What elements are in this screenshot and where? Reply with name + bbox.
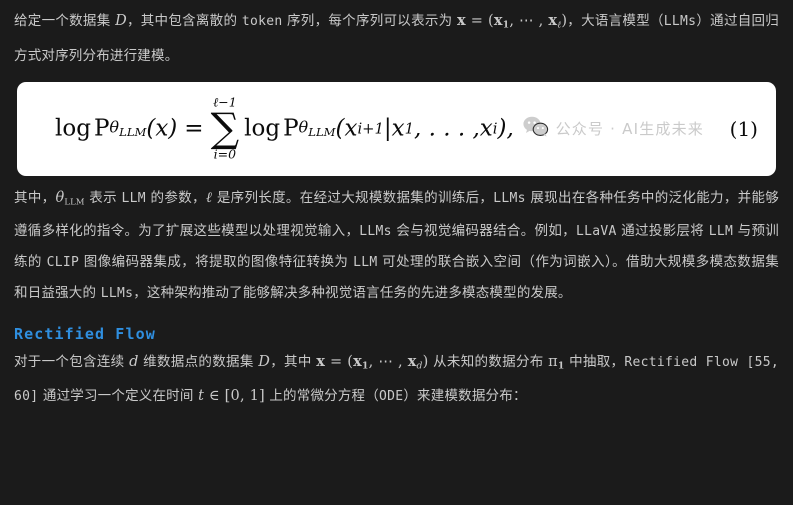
math-vector-x: x: [457, 12, 466, 29]
math-pi-sub: 1: [557, 360, 565, 372]
eq-log-1: log: [55, 115, 91, 142]
eq-theta-1-glyph: θ: [109, 117, 120, 137]
rf-seg5: 中抽取，: [564, 353, 625, 370]
body-seg1: 其中，: [14, 189, 56, 206]
equation-number: (1): [729, 116, 758, 141]
body-paragraph: 其中，θLLM 表示 LLM 的参数，ℓ 是序列长度。在经过大规模数据集的训练后…: [14, 176, 779, 309]
body-seg7: 通过投影层将: [616, 222, 709, 239]
math-dataset-D: D: [115, 13, 127, 29]
mono-llms-3: LLMs: [100, 285, 134, 301]
eq-log-2: log: [244, 115, 281, 142]
eq-arg-x2-sub: 1: [404, 120, 414, 138]
eq-arg-x1: x: [344, 115, 358, 142]
rf-seg6: 通过学习一个定义在时间: [38, 388, 199, 405]
eq-summation: ℓ−1 ∑ i=0: [211, 96, 240, 161]
math-equals-rf: = (: [325, 353, 354, 370]
rf-seg7: 上的常微分方程（: [264, 388, 379, 405]
body-seg3: 的参数，: [145, 189, 206, 206]
eq-arg-x1-sub: i+1: [357, 120, 384, 138]
body-seg11: ，这种架构推动了能够解决多种视觉语言任务的先进多模态模型的发展。: [133, 284, 572, 301]
math-theta-llm-sub: LLM: [64, 195, 85, 206]
mono-rectified-flow: Rectified Flow: [624, 354, 739, 370]
eq-sum-lower: i=0: [213, 146, 237, 162]
eq-sigma-symbol: ∑: [210, 105, 240, 152]
rf-seg3: ，其中: [270, 353, 317, 370]
body-seg2: 表示: [84, 189, 122, 206]
eq-P-2: P: [283, 115, 299, 142]
rectified-flow-paragraph: 对于一个包含连续 d 维数据点的数据集 D，其中 x = (x1, ⋯ , xd…: [14, 345, 779, 413]
math-equals: = (: [465, 13, 494, 29]
mono-token: token: [241, 14, 283, 29]
mono-llm-3: LLM: [353, 254, 378, 270]
eq-arg-x: (x): [146, 115, 178, 142]
body-seg9: 图像编码器集成，将提取的图像特征转换为: [79, 253, 354, 270]
eq-theta-2-sub: LLM: [308, 125, 336, 140]
mono-ode: ODE: [378, 389, 404, 405]
math-pi: π: [548, 353, 558, 370]
intro-text-seg4: ，大语言模型（: [567, 13, 664, 29]
article-page: 给定一个数据集 D，其中包含离散的 token 序列，每个序列可以表示为 x =…: [0, 0, 793, 505]
equation-card: log PθLLM (x) = ℓ−1 ∑ i=0 log PθLLM(x i+1 | x 1,…: [17, 81, 776, 176]
math-element-of: ∈: [204, 388, 225, 405]
equation-formula: log PθLLM (x) = ℓ−1 ∑ i=0 log PθLLM(x i+1 | x 1,…: [55, 96, 514, 161]
math-vector-x1: x: [493, 12, 503, 29]
eq-arg-open: (: [335, 115, 345, 142]
mono-llms-2: LLMs: [359, 223, 392, 239]
intro-text-seg2: ，其中包含离散的: [126, 13, 242, 29]
math-dim-d: d: [129, 353, 139, 370]
mono-llms-1: LLMs: [493, 190, 526, 206]
intro-paragraph: 给定一个数据集 D，其中包含离散的 token 序列，每个序列可以表示为 x =…: [14, 0, 779, 71]
rf-seg8: ）来建模数据分布：: [403, 388, 527, 405]
section-heading-rectified-flow: Rectified Flow: [14, 324, 156, 343]
intro-text-seg1: 给定一个数据集: [14, 13, 116, 29]
eq-arg-bar: |: [383, 115, 392, 142]
math-interval-01: [0, 1]: [224, 388, 265, 405]
mono-llava: LLaVA: [575, 223, 617, 239]
rf-seg4: 从未知的数据分布: [428, 353, 549, 370]
eq-arg-x3: x: [479, 115, 493, 142]
body-seg6: 会与视觉编码器结合。例如，: [391, 222, 576, 239]
math-vector-xd: x: [407, 352, 417, 370]
math-vector-xl: x: [548, 12, 558, 29]
mono-clip: CLIP: [46, 254, 80, 270]
eq-equals: =: [184, 115, 204, 142]
eq-P-1: P: [93, 115, 110, 142]
math-dots: , ⋯ ,: [509, 13, 549, 29]
rf-seg1: 对于一个包含连续: [14, 353, 130, 370]
mono-llms: LLMs: [663, 14, 697, 29]
math-vector-x1-rf-sub: 1: [362, 360, 369, 372]
equation-content: log PθLLM (x) = ℓ−1 ∑ i=0 log PθLLM(x i+1 | x 1,…: [17, 96, 776, 161]
intro-text-seg3: 序列，每个序列可以表示为: [282, 13, 457, 29]
mono-llm-2: LLM: [708, 223, 734, 239]
eq-theta-1-sub: LLM: [119, 125, 147, 140]
body-seg4: 是序列长度。在经过大规模数据集的训练后，: [212, 189, 494, 206]
math-vector-x1-rf: x: [353, 352, 363, 370]
eq-arg-x2: x: [391, 115, 405, 142]
eq-arg-close: ),: [497, 115, 514, 142]
math-vector-x-rf: x: [316, 352, 326, 370]
eq-theta-1: θLLM: [109, 118, 146, 139]
math-dataset-D-rf: D: [258, 353, 271, 370]
eq-theta-2: θLLM: [299, 118, 336, 139]
eq-arg-dots: , . . . ,: [413, 115, 480, 142]
mono-llm-1: LLM: [121, 190, 146, 206]
math-dots-rf: , ⋯ ,: [368, 353, 408, 370]
rf-seg2: 维数据点的数据集: [138, 353, 259, 370]
eq-theta-2-glyph: θ: [298, 117, 309, 137]
